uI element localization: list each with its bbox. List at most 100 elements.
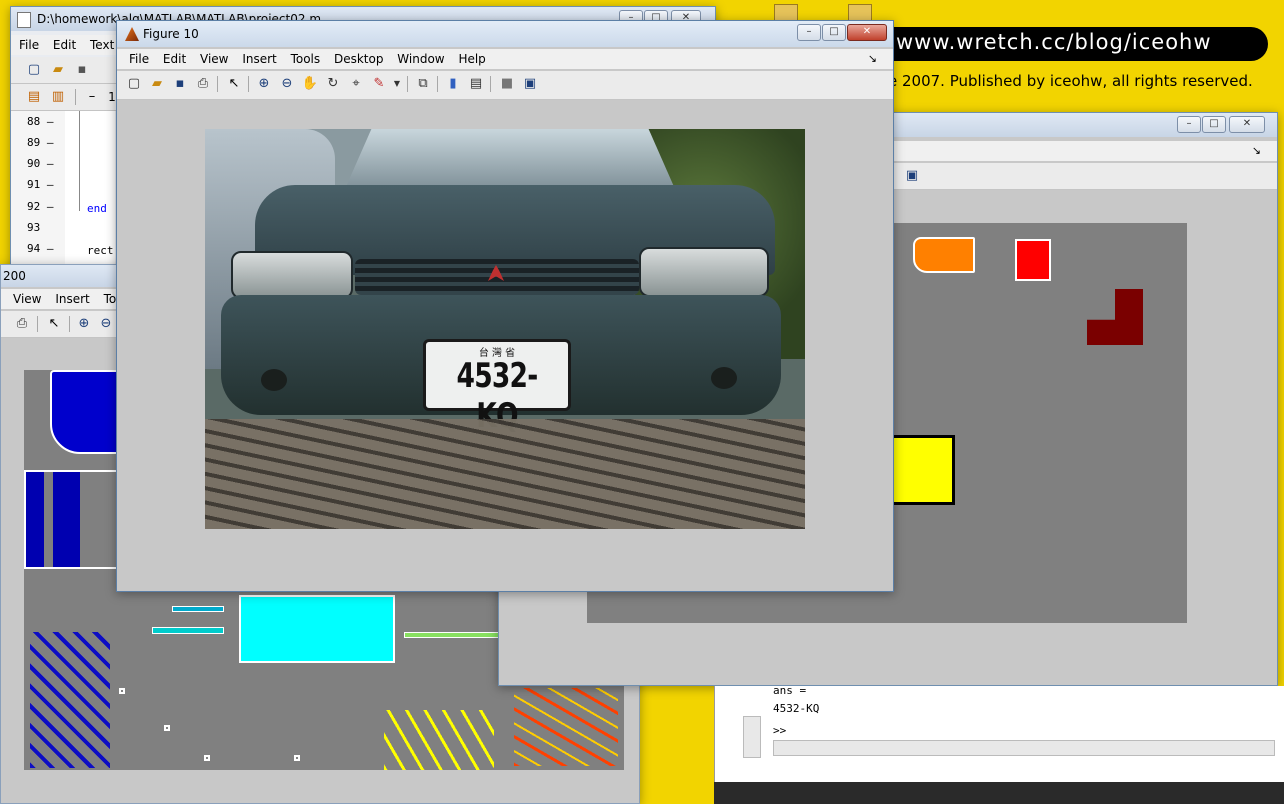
matlab-logo-icon bbox=[125, 27, 139, 41]
colorbar-icon[interactable]: ▣ bbox=[903, 167, 921, 185]
code-line: 92 – bbox=[27, 200, 54, 213]
data-cursor-icon[interactable]: ⌖ bbox=[347, 75, 365, 93]
code-text: end bbox=[87, 202, 107, 215]
grille bbox=[355, 259, 639, 295]
code-line: 94 – bbox=[27, 242, 54, 255]
edit-plot-icon[interactable]: ↖ bbox=[225, 75, 243, 93]
menu-insert[interactable]: Insert bbox=[242, 52, 276, 66]
cyan-region bbox=[239, 595, 395, 663]
menu-help[interactable]: Help bbox=[458, 52, 485, 66]
green-streak bbox=[404, 632, 506, 638]
menu-file[interactable]: File bbox=[19, 38, 39, 52]
menu-edit[interactable]: Edit bbox=[53, 38, 76, 52]
dock-arrow-icon[interactable]: ↘ bbox=[1252, 141, 1261, 161]
blue-fragments bbox=[30, 632, 110, 768]
noise-speck bbox=[119, 688, 125, 694]
command-prompt[interactable]: >> bbox=[773, 724, 786, 737]
license-plate: 台 灣 省 4532-KQ bbox=[423, 339, 571, 436]
noise-speck bbox=[164, 725, 170, 731]
code-line: 93 bbox=[27, 221, 40, 234]
line-dash: – bbox=[46, 115, 54, 128]
cyan-streak bbox=[172, 606, 224, 612]
close-button[interactable]: ✕ bbox=[1229, 116, 1265, 133]
menu-edit[interactable]: Edit bbox=[163, 52, 186, 66]
toolbar-separator bbox=[407, 76, 408, 92]
maximize-button[interactable]: □ bbox=[1202, 116, 1226, 133]
line-dash: – bbox=[46, 157, 54, 170]
fog-light-right bbox=[711, 367, 737, 389]
link-plot-icon[interactable]: ⧉ bbox=[414, 75, 432, 93]
line-dash: – bbox=[46, 200, 54, 213]
open-folder-icon[interactable]: ▰ bbox=[49, 61, 67, 79]
dock-arrow-icon[interactable]: ↘ bbox=[868, 49, 877, 69]
toolbar-separator bbox=[37, 316, 38, 332]
save-icon[interactable]: ▪ bbox=[73, 61, 91, 79]
banner-url: www.wretch.cc/blog/iceohw bbox=[896, 30, 1212, 54]
maximize-button[interactable]: □ bbox=[822, 24, 846, 41]
show-tools-icon[interactable]: ▣ bbox=[521, 75, 539, 93]
minimize-button[interactable]: – bbox=[797, 24, 821, 41]
toolbar-separator bbox=[75, 89, 76, 105]
code-area[interactable]: 88 – 89 – 90 – 91 – 92 – 93 94 – end rec… bbox=[11, 111, 115, 267]
minimize-button[interactable]: – bbox=[1177, 116, 1201, 133]
figure10-titlebar[interactable]: Figure 10 – □ ✕ bbox=[117, 21, 893, 47]
new-file-icon[interactable]: ▢ bbox=[25, 61, 43, 79]
zoom-out-icon[interactable]: ⊖ bbox=[97, 315, 115, 333]
code-text: rect bbox=[87, 244, 114, 257]
cell-eval-icon[interactable]: ▤ bbox=[25, 88, 43, 106]
cell-next-icon[interactable]: ▥ bbox=[49, 88, 67, 106]
figure10-title: Figure 10 bbox=[143, 27, 199, 41]
line-number: 91 bbox=[27, 178, 41, 191]
vertical-scrollbar[interactable] bbox=[743, 716, 761, 758]
figure10-menubar: File Edit View Insert Tools Desktop Wind… bbox=[117, 49, 893, 69]
pan-hand-icon[interactable]: ✋ bbox=[301, 75, 319, 93]
line-number: 93 bbox=[27, 221, 41, 234]
cyan-streak bbox=[152, 627, 224, 634]
open-file-icon[interactable]: ▰ bbox=[148, 75, 166, 93]
toolbar-separator bbox=[437, 76, 438, 92]
fog-light-left bbox=[261, 369, 287, 391]
hide-tools-icon[interactable]: ■ bbox=[498, 75, 516, 93]
chevron-down-icon[interactable]: ▼ bbox=[388, 75, 406, 93]
menu-desktop[interactable]: Desktop bbox=[334, 52, 384, 66]
orange-region bbox=[913, 237, 975, 273]
menu-window[interactable]: Window bbox=[397, 52, 444, 66]
zoom-in-icon[interactable]: ⊕ bbox=[255, 75, 273, 93]
close-button[interactable]: ✕ bbox=[847, 24, 887, 41]
print-icon[interactable]: ⎙ bbox=[13, 315, 31, 333]
figure10-toolbar: ▢ ▰ ▪ ⎙ ↖ ⊕ ⊖ ✋ ↻ ⌖ ✎ ▼ ⧉ ▮ ▤ ■ ▣ bbox=[117, 71, 893, 100]
save-figure-icon[interactable]: ▪ bbox=[171, 75, 189, 93]
menu-text[interactable]: Text bbox=[90, 38, 114, 52]
yellow-fragments bbox=[384, 710, 494, 770]
toolbar-separator bbox=[490, 76, 491, 92]
zoom-out-icon[interactable]: ⊖ bbox=[278, 75, 296, 93]
menu-tools[interactable]: Tools bbox=[291, 52, 321, 66]
document-icon bbox=[17, 12, 31, 28]
toolbar-separator bbox=[217, 76, 218, 92]
menu-insert[interactable]: Insert bbox=[55, 292, 89, 306]
print-figure-icon[interactable]: ⎙ bbox=[194, 75, 212, 93]
command-result: 4532-KQ bbox=[773, 702, 820, 715]
legend-icon[interactable]: ▤ bbox=[467, 75, 485, 93]
zoom-in-icon[interactable]: ⊕ bbox=[75, 315, 93, 333]
colorbar-icon[interactable]: ▮ bbox=[444, 75, 462, 93]
toolbar-separator bbox=[248, 76, 249, 92]
menu-file[interactable]: File bbox=[129, 52, 149, 66]
line-number: 94 bbox=[27, 242, 41, 255]
menu-view[interactable]: View bbox=[200, 52, 228, 66]
rotate-3d-icon[interactable]: ↻ bbox=[324, 75, 342, 93]
left-figure-title: 200 bbox=[3, 269, 26, 283]
horizontal-scrollbar[interactable] bbox=[773, 740, 1275, 756]
headlight-right bbox=[639, 247, 769, 297]
pointer-icon[interactable]: ↖ bbox=[45, 315, 63, 333]
fold-line bbox=[79, 111, 80, 211]
code-line: 91 – bbox=[27, 178, 54, 191]
decrement-button[interactable]: – bbox=[83, 88, 101, 106]
command-window[interactable]: ans = 4532-KQ >> bbox=[714, 684, 1284, 782]
menu-view[interactable]: View bbox=[13, 292, 41, 306]
line-dash: – bbox=[46, 136, 54, 149]
brush-icon[interactable]: ✎ bbox=[370, 75, 388, 93]
noise-speck bbox=[294, 755, 300, 761]
multicolor-fragments bbox=[514, 688, 618, 766]
new-figure-icon[interactable]: ▢ bbox=[125, 75, 143, 93]
